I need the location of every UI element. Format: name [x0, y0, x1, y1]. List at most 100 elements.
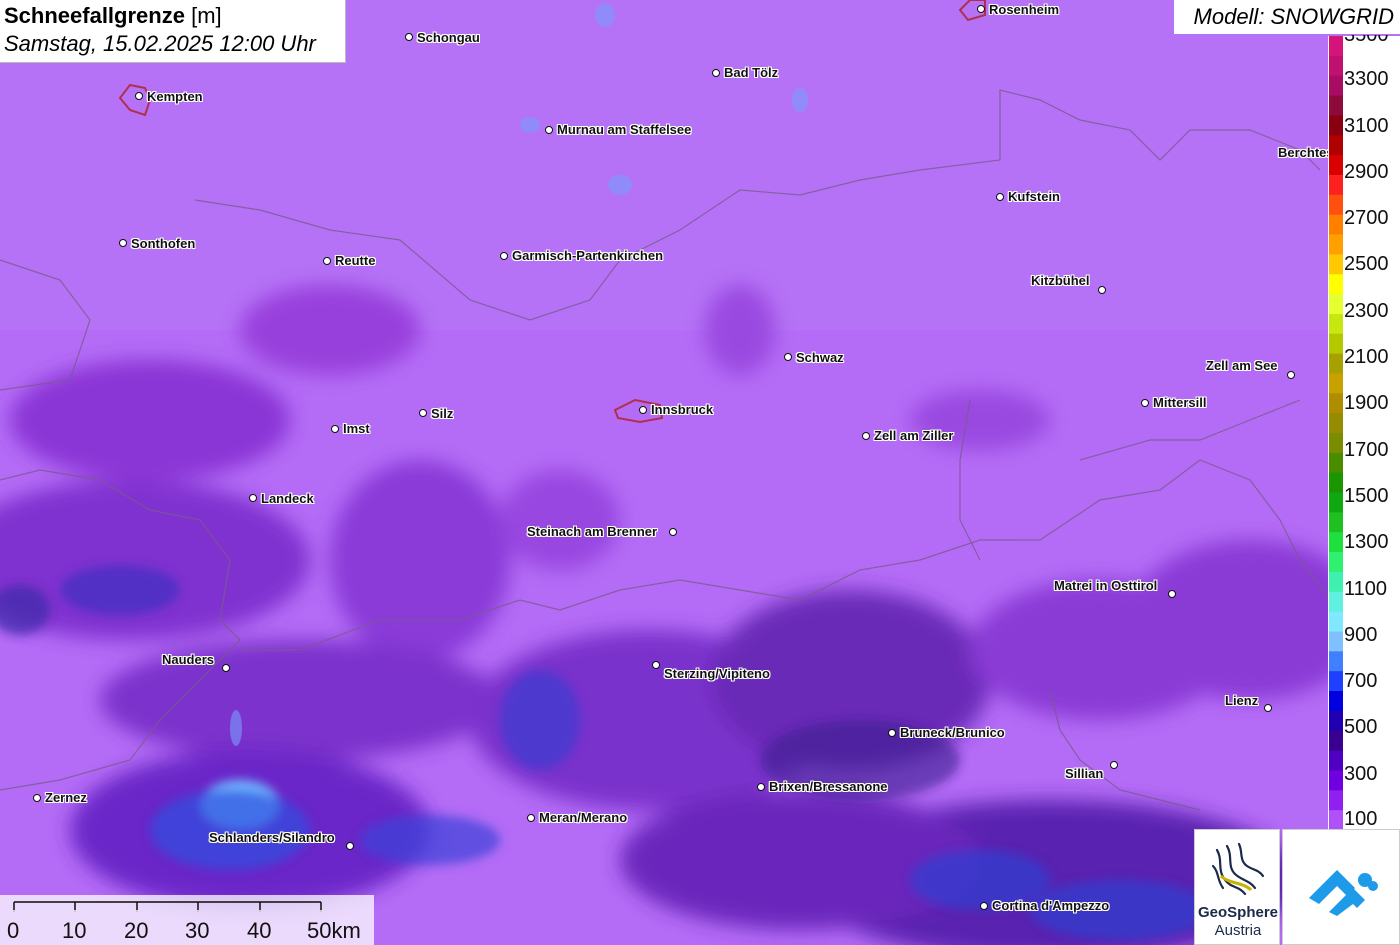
legend-swatch	[1329, 810, 1343, 830]
snowfall-limit-map[interactable]	[0, 0, 1400, 945]
legend-swatch	[1329, 75, 1343, 97]
legend-swatch	[1329, 472, 1343, 494]
legend-label: 2300	[1344, 300, 1389, 322]
legend-swatch	[1329, 294, 1343, 315]
city-label[interactable]: Reutte	[335, 254, 375, 268]
legend-label: 3300	[1344, 68, 1389, 90]
city-dot	[977, 5, 985, 13]
legend-swatch	[1329, 512, 1343, 533]
city-label[interactable]: Silz	[431, 407, 453, 421]
legend-swatch	[1329, 234, 1343, 255]
city-label[interactable]: Zernez	[45, 791, 87, 805]
legend-swatch	[1329, 95, 1343, 116]
city-label[interactable]: Kempten	[147, 90, 203, 104]
legend-label: 1300	[1344, 531, 1389, 553]
legend-swatch	[1329, 115, 1343, 136]
city-label[interactable]: Meran/Merano	[539, 811, 627, 825]
legend-swatch	[1329, 552, 1343, 573]
city-label[interactable]: Nauders	[162, 653, 214, 667]
city-label[interactable]: Zell am See	[1206, 359, 1278, 373]
legend-swatch	[1329, 492, 1343, 513]
city-label[interactable]: Kitzbühel	[1031, 274, 1090, 288]
city-dot	[757, 783, 765, 791]
city-label[interactable]: Innsbruck	[651, 403, 713, 417]
legend-swatch	[1329, 55, 1343, 77]
legend-swatch	[1329, 671, 1343, 692]
mountain-snow-icon	[1309, 870, 1378, 916]
city-dot	[1287, 371, 1295, 379]
legend-label: 2500	[1344, 253, 1389, 275]
city-label[interactable]: Steinach am Brenner	[527, 525, 657, 539]
snowgrid-logo[interactable]	[1282, 829, 1400, 945]
legend-swatch	[1329, 790, 1343, 811]
geosphere-mark-icon	[1211, 842, 1265, 896]
city-dot	[784, 353, 792, 361]
city-label[interactable]: Sillian	[1065, 767, 1103, 781]
legend-swatch	[1329, 274, 1343, 295]
map-title-unit: [m]	[191, 3, 222, 28]
legend-label: 900	[1344, 624, 1378, 646]
legend-swatch	[1329, 393, 1343, 414]
city-dot	[1168, 590, 1176, 598]
scale-label: 40	[247, 918, 272, 943]
city-label[interactable]: Mittersill	[1153, 396, 1206, 410]
city-label[interactable]: Zell am Ziller	[874, 429, 953, 443]
map-datetime: Samstag, 15.02.2025 12:00 Uhr	[4, 31, 316, 56]
scale-label: 20	[124, 918, 149, 943]
city-label[interactable]: Garmisch-Partenkirchen	[512, 249, 663, 263]
scale-label: 10	[62, 918, 87, 943]
city-label[interactable]: Sonthofen	[131, 237, 195, 251]
city-label[interactable]: Imst	[343, 422, 370, 436]
city-label[interactable]: Rosenheim	[989, 3, 1059, 17]
scale-label: 0	[7, 918, 20, 943]
city-label[interactable]: Murnau am Staffelsee	[557, 123, 691, 137]
city-label[interactable]: Lienz	[1225, 694, 1258, 708]
city-dot	[1098, 286, 1106, 294]
city-label[interactable]: Sterzing/Vipiteno	[664, 667, 770, 681]
city-label[interactable]: Schwaz	[796, 351, 844, 365]
city-label[interactable]: Kufstein	[1008, 190, 1060, 204]
city-dot	[669, 528, 677, 536]
city-label[interactable]: Bad Tölz	[724, 66, 778, 80]
legend-swatch	[1329, 750, 1343, 771]
city-dot	[135, 92, 143, 100]
legend-swatch	[1329, 591, 1343, 613]
city-dot	[331, 425, 339, 433]
geosphere-logo[interactable]: GeoSphere Austria	[1194, 829, 1280, 945]
legend-label: 1100	[1344, 578, 1388, 600]
legend-swatch	[1329, 452, 1343, 474]
legend-swatch	[1329, 174, 1343, 196]
city-dot	[346, 842, 354, 850]
scale-label: 50km	[307, 918, 361, 943]
legend-swatch	[1329, 651, 1343, 672]
map-title-main: Schneefallgrenze	[4, 3, 185, 28]
legend-swatch	[1329, 135, 1343, 156]
legend-swatch	[1329, 373, 1343, 394]
legend-swatch	[1329, 333, 1343, 355]
city-label[interactable]: Schlanders/Silandro	[209, 831, 335, 845]
city-label[interactable]: Schongau	[417, 31, 480, 45]
city-label[interactable]: Landeck	[261, 492, 314, 506]
city-dot	[405, 33, 413, 41]
city-label[interactable]: Cortina d'Ampezzo	[992, 899, 1109, 913]
legend-label: 3100	[1344, 115, 1389, 137]
city-label[interactable]: Brixen/Bressanone	[769, 780, 888, 794]
legend-swatch	[1329, 36, 1343, 57]
city-label[interactable]: Bruneck/Brunico	[900, 726, 1005, 740]
legend-swatch	[1329, 155, 1343, 176]
legend-label: 500	[1344, 716, 1378, 738]
city-dot	[639, 406, 647, 414]
city-dot	[996, 193, 1004, 201]
legend-swatch	[1329, 313, 1343, 335]
legend-swatch	[1329, 214, 1343, 235]
city-dot	[545, 126, 553, 134]
legend-label: 700	[1344, 670, 1378, 692]
city-dot	[419, 409, 427, 417]
map-title-box: Schneefallgrenze [m] Samstag, 15.02.2025…	[0, 0, 346, 63]
city-label[interactable]: Matrei in Osttirol	[1054, 579, 1157, 593]
legend-swatch	[1329, 691, 1343, 712]
geosphere-logo-line2: Austria	[1214, 922, 1262, 939]
legend-swatch	[1329, 532, 1343, 553]
legend-swatch	[1329, 413, 1343, 434]
legend-swatch	[1329, 770, 1343, 791]
